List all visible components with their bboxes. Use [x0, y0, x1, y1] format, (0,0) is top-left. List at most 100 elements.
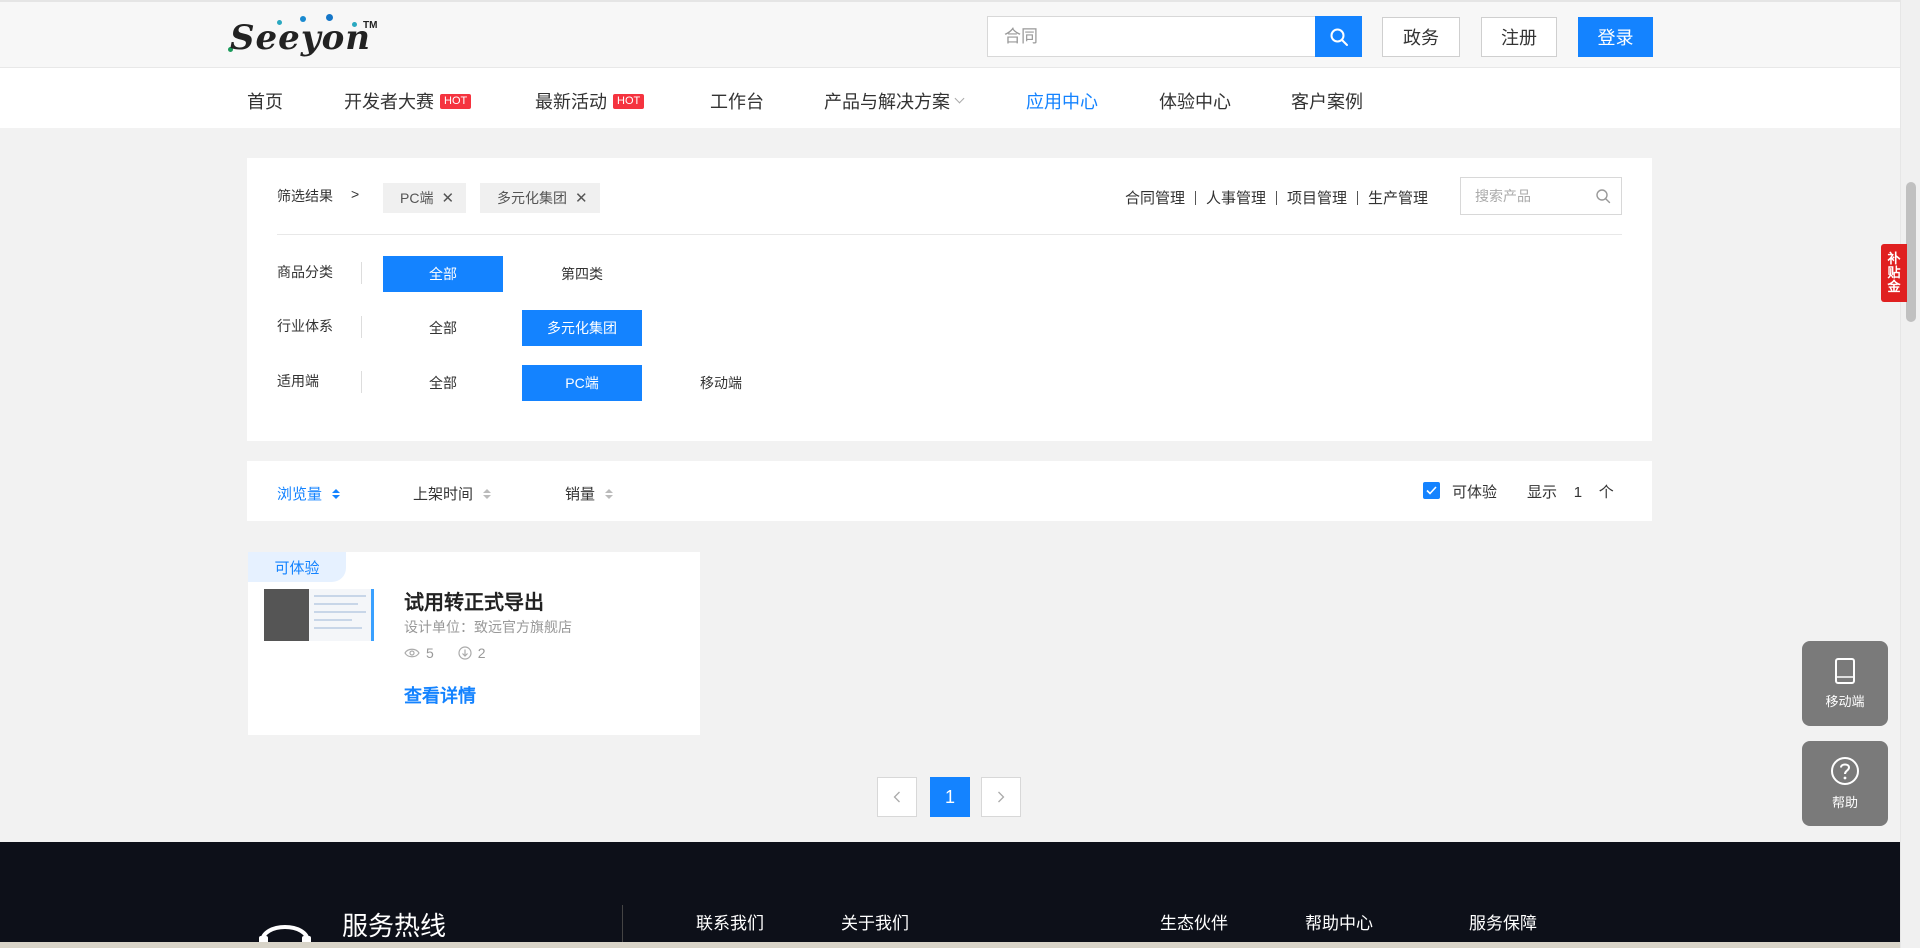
nav-item-label: 产品与解决方案: [824, 92, 950, 112]
experience-tag: 可体验: [248, 552, 346, 582]
sort-label: 销量: [565, 486, 596, 503]
experience-checkbox[interactable]: [1423, 482, 1440, 499]
nav-item-home[interactable]: 首页: [247, 88, 283, 114]
quick-link-project[interactable]: 项目管理: [1287, 187, 1347, 208]
product-card[interactable]: 可体验 试用转正式导出 设计单位：致远官方旗舰店 5 2 查看详情: [248, 552, 700, 735]
sort-by-views[interactable]: 浏览量: [277, 483, 341, 504]
hot-badge: HOT: [613, 93, 645, 109]
product-title[interactable]: 试用转正式导出: [404, 586, 544, 615]
subsidy-tab[interactable]: 补 贴 金: [1881, 244, 1907, 302]
sort-arrows-icon: [605, 488, 614, 499]
scrollbar-thumb[interactable]: [1906, 182, 1916, 322]
sort-by-listing-time[interactable]: 上架时间: [413, 483, 492, 504]
mobile-float-button[interactable]: 移动端: [1802, 641, 1888, 726]
help-float-button[interactable]: 帮助: [1802, 741, 1888, 826]
sort-label: 浏览量: [277, 486, 323, 503]
check-icon: [1426, 486, 1437, 495]
seeyon-logo[interactable]: Seeyon TM: [228, 14, 380, 58]
footer-link-help-center[interactable]: 帮助中心: [1305, 909, 1373, 934]
pagination-next[interactable]: [981, 777, 1021, 817]
quick-link-contract[interactable]: 合同管理: [1125, 187, 1185, 208]
filter-option-platform-mobile[interactable]: 移动端: [661, 365, 781, 401]
nav-item-experience-center[interactable]: 体验中心: [1159, 88, 1231, 114]
link-divider: [1276, 190, 1278, 205]
designer-label: 设计单位：: [404, 619, 474, 635]
filter-option-platform-pc[interactable]: PC端: [522, 365, 642, 401]
show-label: 显示: [1527, 484, 1558, 501]
sort-by-sales[interactable]: 销量: [565, 483, 614, 504]
close-icon[interactable]: ✕: [441, 189, 454, 207]
filter-option-platform-all[interactable]: 全部: [383, 365, 503, 401]
nav-item-workbench[interactable]: 工作台: [710, 88, 764, 114]
help-icon: [1831, 757, 1859, 785]
footer-link-partners[interactable]: 生态伙伴: [1160, 909, 1228, 934]
view-count: 5: [426, 645, 434, 661]
nav-item-label: 客户案例: [1291, 92, 1363, 112]
download-icon: [458, 646, 472, 660]
filter-row-divider: [361, 262, 362, 284]
filter-option-industry-all[interactable]: 全部: [383, 310, 503, 346]
login-button[interactable]: 登录: [1578, 17, 1653, 57]
filter-chip-pc: PC端 ✕: [383, 183, 467, 213]
thumbnail-line: [314, 595, 366, 597]
product-designer: 设计单位：致远官方旗舰店: [404, 617, 572, 637]
nav-item-label: 首页: [247, 92, 283, 112]
footer-link-service-guarantee[interactable]: 服务保障: [1469, 909, 1537, 934]
pagination-prev[interactable]: [877, 777, 917, 817]
pagination-page-current[interactable]: 1: [930, 777, 970, 817]
filter-option-industry-group[interactable]: 多元化集团: [522, 310, 642, 346]
subsidy-char: 金: [1887, 279, 1901, 294]
view-details-link[interactable]: 查看详情: [404, 682, 476, 708]
filter-option-category-fourth[interactable]: 第四类: [522, 256, 642, 292]
nav-item-dev-contest[interactable]: 开发者大赛 HOT: [344, 88, 472, 114]
tablet-icon: [1835, 658, 1855, 684]
quick-link-hr[interactable]: 人事管理: [1206, 187, 1266, 208]
nav-item-label: 开发者大赛: [344, 92, 434, 112]
nav-item-latest-events[interactable]: 最新活动 HOT: [535, 88, 645, 114]
filter-chip-label: 多元化集团: [497, 190, 567, 206]
filter-row-divider: [361, 371, 362, 393]
mobile-float-label: 移动端: [1825, 694, 1865, 709]
nav-item-customer-cases[interactable]: 客户案例: [1291, 88, 1363, 114]
filter-row-label-industry: 行业体系: [277, 318, 333, 334]
nav-item-app-center[interactable]: 应用中心: [1026, 88, 1098, 114]
gov-button[interactable]: 政务: [1382, 17, 1460, 57]
search-icon[interactable]: [1595, 188, 1611, 204]
count-unit: 个: [1598, 484, 1614, 501]
experience-label: 可体验: [1452, 484, 1498, 501]
sort-bar: 浏览量 上架时间 销量 可体验 显示 1 个: [247, 461, 1652, 521]
filter-divider: [277, 234, 1622, 235]
link-divider: [1195, 190, 1197, 205]
nav-item-label: 体验中心: [1159, 92, 1231, 112]
footer-link-contact[interactable]: 联系我们: [696, 909, 764, 934]
register-button[interactable]: 注册: [1481, 17, 1557, 57]
product-search-input[interactable]: [1461, 178, 1591, 214]
filter-option-category-all[interactable]: 全部: [383, 256, 503, 292]
global-search-button[interactable]: [1315, 16, 1362, 57]
quick-link-production[interactable]: 生产管理: [1368, 187, 1428, 208]
chevron-left-icon: [893, 791, 900, 803]
product-thumbnail[interactable]: [264, 589, 374, 641]
chevron-down-icon: [954, 93, 965, 104]
filter-result-label: 筛选结果: [277, 188, 333, 204]
filter-row-label-category: 商品分类: [277, 264, 333, 280]
logo-trademark: TM: [363, 20, 378, 31]
thumbnail-line: [314, 603, 358, 605]
bottom-strip: [0, 942, 1900, 948]
nav-item-label: 最新活动: [535, 92, 607, 112]
search-icon: [1330, 28, 1348, 46]
close-icon[interactable]: ✕: [575, 189, 588, 207]
product-stats: 5 2: [404, 645, 486, 661]
nav-item-products-solutions[interactable]: 产品与解决方案: [824, 88, 965, 114]
sort-label: 上架时间: [413, 486, 474, 503]
footer-link-about[interactable]: 关于我们: [841, 909, 909, 934]
filter-panel: 筛选结果 > PC端 ✕ 多元化集团 ✕ 合同管理 人事管理 项目管理 生产管理…: [247, 158, 1652, 441]
eye-icon: [404, 648, 420, 658]
global-search-input[interactable]: [988, 17, 1316, 56]
filter-result-separator: >: [351, 186, 360, 202]
count-value: 1: [1573, 484, 1583, 501]
filter-row-label-platform: 适用端: [277, 373, 319, 389]
help-float-label: 帮助: [1831, 795, 1858, 810]
page-scrollbar[interactable]: [1900, 0, 1920, 948]
filter-chip-label: PC端: [400, 190, 434, 206]
